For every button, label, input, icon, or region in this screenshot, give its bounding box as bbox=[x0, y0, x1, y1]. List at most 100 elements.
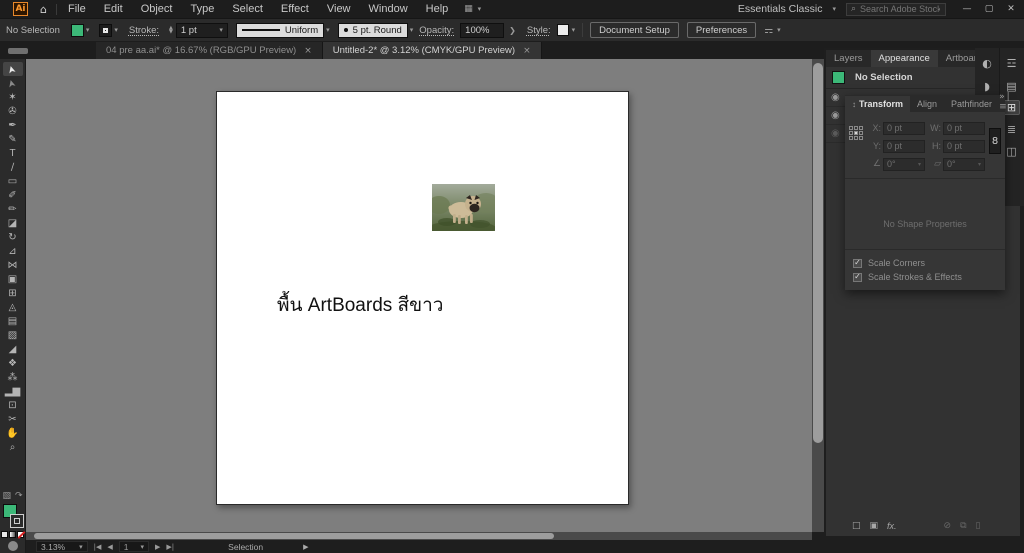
tab-transform[interactable]: Transform bbox=[845, 96, 911, 112]
none-button[interactable] bbox=[17, 531, 24, 538]
curvature-tool[interactable]: ✎ bbox=[3, 132, 23, 146]
menu-type[interactable]: Type bbox=[190, 3, 214, 15]
blend-tool[interactable]: ❖ bbox=[3, 356, 23, 370]
artboard-tool[interactable]: ⊡ bbox=[3, 398, 23, 412]
panel-collapse-menu-icons[interactable]: »|≡ bbox=[999, 92, 1012, 112]
clear-appearance-icon[interactable]: ⊘ bbox=[944, 521, 952, 531]
y-field[interactable]: 0 pt bbox=[883, 139, 925, 153]
mesh-tool[interactable]: ▤ bbox=[3, 314, 23, 328]
vertical-scrollbar[interactable] bbox=[812, 59, 824, 532]
pathfinder-panel-icon[interactable]: ◫ bbox=[1003, 144, 1020, 159]
home-icon[interactable]: ⌂ bbox=[40, 3, 47, 16]
rotate-field[interactable]: 0° ▾ bbox=[883, 157, 925, 171]
tab-close-icon[interactable]: × bbox=[523, 46, 531, 56]
constrain-proportions-icon[interactable]: 8 bbox=[989, 128, 1001, 154]
fill-color-swatch[interactable] bbox=[70, 23, 84, 37]
eraser-tool[interactable]: ◪ bbox=[3, 216, 23, 230]
tab-pathfinder[interactable]: Pathfinder bbox=[944, 96, 999, 112]
document-tab-2[interactable]: Untitled-2* @ 3.12% (CMYK/GPU Preview) × bbox=[322, 42, 542, 59]
status-menu-icon[interactable]: ▶ bbox=[303, 543, 308, 551]
rotate-tool[interactable]: ↻ bbox=[3, 230, 23, 244]
duplicate-item-icon[interactable]: ⧉ bbox=[960, 521, 966, 531]
menu-window[interactable]: Window bbox=[369, 3, 408, 15]
tab-align[interactable]: Align bbox=[910, 96, 944, 112]
reference-point-locator[interactable] bbox=[849, 126, 865, 172]
add-new-stroke-icon[interactable]: □ bbox=[852, 521, 861, 531]
add-new-fill-icon[interactable]: ▣ bbox=[870, 521, 879, 531]
gradient-button[interactable] bbox=[9, 531, 16, 538]
restore-button[interactable]: ▢ bbox=[978, 1, 1000, 17]
tab-scroll-handle[interactable] bbox=[8, 48, 28, 54]
workspace-chevron-icon[interactable]: ▾ bbox=[832, 5, 836, 13]
menu-file[interactable]: File bbox=[68, 3, 86, 15]
stroke-color-swatch[interactable] bbox=[99, 23, 113, 37]
stroke-indicator[interactable] bbox=[9, 514, 24, 528]
tab-appearance[interactable]: Appearance bbox=[870, 50, 938, 67]
workspace-switcher[interactable]: Essentials Classic bbox=[738, 3, 823, 15]
pen-tool[interactable]: ✒ bbox=[3, 118, 23, 132]
symbol-sprayer-tool[interactable]: ⁂ bbox=[3, 370, 23, 384]
style-swatch[interactable] bbox=[556, 24, 569, 36]
color-guide-panel-icon[interactable]: ◗ bbox=[979, 79, 996, 94]
w-field[interactable]: 0 pt bbox=[943, 121, 985, 135]
lasso-tool[interactable]: ✇ bbox=[3, 104, 23, 118]
brush-field[interactable]: 5 pt. Round bbox=[337, 22, 408, 38]
color-button[interactable] bbox=[1, 531, 8, 538]
hand-tool[interactable]: ✋ bbox=[3, 426, 23, 440]
free-transform-tool[interactable]: ▣ bbox=[3, 272, 23, 286]
paintbrush-tool[interactable]: ✐ bbox=[3, 188, 23, 202]
h-field[interactable]: 0 pt bbox=[943, 139, 985, 153]
perspective-grid-tool[interactable]: ◬ bbox=[3, 300, 23, 314]
menu-help[interactable]: Help bbox=[426, 3, 449, 15]
opacity-field[interactable]: 100% bbox=[460, 22, 505, 38]
artboard-number-field[interactable]: 1 ▾ bbox=[118, 541, 150, 552]
line-segment-tool[interactable]: ∕ bbox=[3, 160, 23, 174]
slice-tool[interactable]: ✂ bbox=[3, 412, 23, 426]
brush-chevron-icon[interactable]: ▾ bbox=[410, 26, 414, 34]
eyedropper-tool[interactable]: ◢ bbox=[3, 342, 23, 356]
document-setup-button[interactable]: Document Setup bbox=[590, 22, 679, 38]
minimize-button[interactable]: — bbox=[956, 1, 978, 17]
horizontal-scrollbar[interactable] bbox=[26, 532, 812, 540]
draw-mode-button[interactable] bbox=[7, 541, 18, 551]
stroke-weight-stepper[interactable]: ▲ ▼ bbox=[169, 26, 173, 35]
stroke-chevron-icon[interactable]: ▾ bbox=[114, 26, 118, 34]
selection-tool[interactable]: ➤ bbox=[2, 62, 23, 76]
menu-effect[interactable]: Effect bbox=[281, 3, 309, 15]
pencil-tool[interactable]: ✏ bbox=[3, 202, 23, 216]
width-profile-field[interactable]: Uniform bbox=[235, 22, 325, 38]
canvas[interactable]: พื้น ArtBoards สีขาว bbox=[26, 59, 812, 532]
last-artboard-icon[interactable]: ▶| bbox=[166, 543, 174, 551]
artboard-chevron-icon[interactable]: ▾ bbox=[141, 543, 145, 551]
scale-tool[interactable]: ⊿ bbox=[3, 244, 23, 258]
edit-toolbar-icon[interactable]: ▧ bbox=[2, 491, 11, 501]
width-profile-chevron-icon[interactable]: ▾ bbox=[326, 26, 330, 34]
options-chevron-icon[interactable]: ▾ bbox=[777, 26, 781, 34]
opacity-label[interactable]: Opacity: bbox=[419, 25, 454, 36]
opacity-more-icon[interactable]: ❯ bbox=[509, 26, 516, 35]
arrange-documents-icon[interactable]: ▦ ▾ bbox=[464, 4, 482, 14]
adobe-stock-search[interactable]: ⌕ bbox=[846, 2, 946, 16]
isolate-icon[interactable]: ⚎ bbox=[764, 25, 773, 36]
menu-view[interactable]: View bbox=[327, 3, 351, 15]
visibility-eye-icon[interactable]: ◉ bbox=[831, 128, 840, 139]
style-label[interactable]: Style: bbox=[527, 25, 551, 36]
zoom-level-field[interactable]: 3.13% ▾ bbox=[36, 541, 88, 552]
pug-photo[interactable] bbox=[432, 184, 495, 231]
width-tool[interactable]: ⋈ bbox=[3, 258, 23, 272]
visibility-eye-icon[interactable]: ◉ bbox=[831, 110, 840, 121]
color-panel-icon[interactable]: ◐ bbox=[979, 56, 996, 71]
preferences-button[interactable]: Preferences bbox=[686, 22, 757, 38]
zoom-tool[interactable]: ⌕ bbox=[3, 440, 23, 454]
shape-builder-tool[interactable]: ⊞ bbox=[3, 286, 23, 300]
fill-chevron-icon[interactable]: ▾ bbox=[86, 26, 90, 34]
rectangle-tool[interactable]: ▭ bbox=[3, 174, 23, 188]
column-graph-tool[interactable]: ▂▆ bbox=[3, 384, 23, 398]
previous-artboard-icon[interactable]: ◀ bbox=[107, 543, 112, 551]
menu-object[interactable]: Object bbox=[141, 3, 173, 15]
style-chevron-icon[interactable]: ▾ bbox=[572, 26, 576, 34]
appearance-fill-swatch[interactable] bbox=[832, 71, 845, 84]
stroke-label[interactable]: Stroke: bbox=[129, 25, 159, 36]
scale-strokes-checkbox[interactable]: ✓ bbox=[853, 272, 862, 282]
align-panel-icon[interactable]: ≣ bbox=[1003, 122, 1020, 137]
